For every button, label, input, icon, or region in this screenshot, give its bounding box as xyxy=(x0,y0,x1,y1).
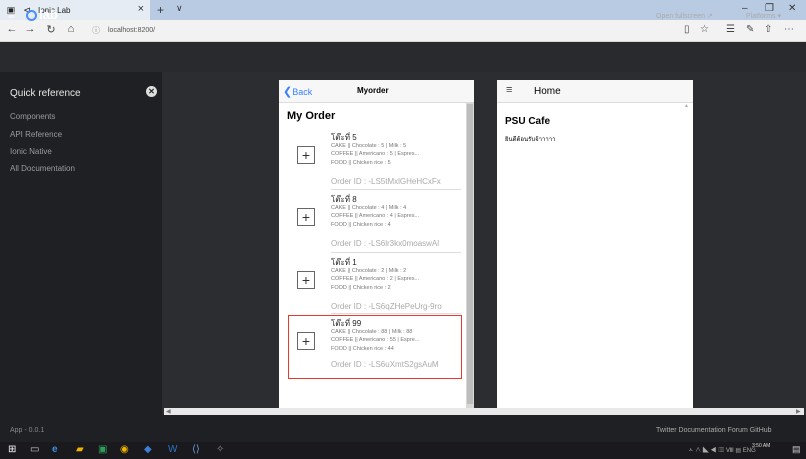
app-version: App - 0.0.1 xyxy=(10,427,45,434)
store-icon[interactable]: ▣ xyxy=(98,444,107,455)
back-label: Back xyxy=(292,87,313,97)
order-id: Order ID : -LS6uXmtS2gsAuM xyxy=(331,360,439,369)
home-toolbar xyxy=(497,80,693,103)
address-bar: ← → ↻ ⌂ ⓘ localhost:8200/ ▯ ☆ ☰ ✎ ⇧ ⋯ xyxy=(0,20,806,42)
sidebar-link-components[interactable]: Components xyxy=(10,112,55,121)
psu-cafe-heading: PSU Cafe xyxy=(505,116,551,127)
order-divider xyxy=(331,189,461,190)
order-cake: CAKE || Chocolate : 2 | Milk : 2 xyxy=(331,268,407,274)
order-divider xyxy=(331,252,461,253)
add-icon[interactable]: + xyxy=(297,208,315,226)
scroll-up-icon[interactable]: ▲ xyxy=(684,103,691,113)
sidebar-link-api-reference[interactable]: API Reference xyxy=(10,130,62,139)
order-divider xyxy=(331,313,461,314)
order-coffee: COFFEE || Americano : 4 | Espres... xyxy=(331,213,420,219)
hamburger-menu-icon[interactable]: ≡ xyxy=(8,8,15,22)
order-id: Order ID : -LS5tMxlGHeHCxFx xyxy=(331,177,441,186)
add-icon[interactable]: + xyxy=(297,146,315,164)
my-order-heading: My Order xyxy=(287,110,336,122)
order-cake: CAKE || Chocolate : 4 | Milk : 4 xyxy=(331,205,407,211)
order-food: FOOD || Chicken rice : 2 xyxy=(331,285,391,291)
tool-icon[interactable]: ✧ xyxy=(216,444,224,455)
welcome-text: ยินดีต้อนรับจ้าาาาา xyxy=(505,137,556,143)
platforms-dropdown[interactable]: Platforms ▾ xyxy=(746,12,781,20)
ionic-lab-logo: lab xyxy=(26,7,58,22)
close-tab-icon[interactable]: × xyxy=(138,3,144,15)
new-tab-button[interactable]: + xyxy=(157,3,164,17)
more-icon[interactable]: ⋯ xyxy=(784,24,794,35)
sidebar-link-ionic-native[interactable]: Ionic Native xyxy=(10,147,52,156)
refresh-icon[interactable]: ↻ xyxy=(43,23,59,36)
sidebar-link-all-documentation[interactable]: All Documentation xyxy=(10,164,75,173)
home-title: Home xyxy=(534,86,561,97)
file-explorer-icon[interactable]: ▰ xyxy=(76,444,84,455)
back-button[interactable]: ❮Back xyxy=(283,85,312,98)
myorder-device-preview: ❮Back Myorder My Order + โต๊ะที่ 5 CAKE … xyxy=(279,80,474,408)
quick-reference-panel xyxy=(0,72,162,415)
scrollbar-thumb[interactable] xyxy=(467,104,473,404)
browser-tab[interactable]: ▣ ⊲ Ionic Lab × xyxy=(0,0,150,20)
home-icon[interactable]: ⌂ xyxy=(63,23,79,35)
quick-reference-title: Quick reference xyxy=(10,88,81,99)
myorder-title: Myorder xyxy=(357,86,389,95)
order-item[interactable]: + โต๊ะที่ 5 CAKE || Chocolate : 5 | Milk… xyxy=(291,130,459,197)
footer-links[interactable]: Twitter Documentation Forum GitHub xyxy=(656,427,772,434)
close-panel-icon[interactable]: ✕ xyxy=(146,86,157,97)
order-food: FOOD || Chicken rice : 44 xyxy=(331,346,394,352)
favorites-list-icon[interactable]: ☰ xyxy=(726,24,735,35)
app-icon[interactable]: ◆ xyxy=(144,444,152,455)
preview-area xyxy=(162,72,806,415)
open-fullscreen-link[interactable]: Open fullscreen ↗ xyxy=(656,12,713,20)
chevron-left-icon: ❮ xyxy=(283,86,293,98)
reading-view-icon[interactable]: ▯ xyxy=(684,24,690,35)
word-icon[interactable]: W xyxy=(168,444,177,455)
notification-icon[interactable]: ▤ xyxy=(792,444,801,455)
order-food: FOOD || Chicken rice : 5 xyxy=(331,160,391,166)
ionic-logo-icon xyxy=(26,10,37,21)
share-icon[interactable]: ⇧ xyxy=(764,24,772,35)
tab-list-button[interactable]: ∨ xyxy=(176,3,183,14)
order-cake: CAKE || Chocolate : 88 | Milk : 88 xyxy=(331,329,413,335)
favorite-star-icon[interactable]: ☆ xyxy=(700,24,709,35)
horizontal-scrollbar[interactable] xyxy=(164,408,804,415)
pen-icon[interactable]: ✎ xyxy=(746,24,754,35)
add-icon[interactable]: + xyxy=(297,332,315,350)
task-view-icon[interactable]: ▭ xyxy=(30,444,39,455)
vscode-icon[interactable]: ⟨⟩ xyxy=(192,444,200,455)
windows-start-icon[interactable]: ⊞ xyxy=(8,444,16,455)
info-icon[interactable]: ⓘ xyxy=(92,25,100,36)
menu-icon[interactable]: ≡ xyxy=(506,84,512,96)
home-device-preview: ≡ Home PSU Cafe ยินดีต้อนรับจ้าาาาา ▲ xyxy=(497,80,693,408)
scroll-right-icon[interactable]: ▶ xyxy=(796,408,801,415)
logo-text: lab xyxy=(39,7,58,22)
url-field[interactable]: localhost:8200/ xyxy=(108,24,155,38)
order-id: Order ID : -LS6lr3kx0moaswAl xyxy=(331,239,440,248)
forward-arrow-icon[interactable]: → xyxy=(22,23,38,35)
order-id: Order ID : -LS6qZHePeUrg-9ro xyxy=(331,302,442,311)
back-arrow-icon[interactable]: ← xyxy=(4,23,20,35)
order-coffee: COFFEE || Americano : 2 | Espres... xyxy=(331,276,420,282)
order-cake: CAKE || Chocolate : 5 | Milk : 5 xyxy=(331,143,407,149)
order-item[interactable]: + โต๊ะที่ 1 CAKE || Chocolate : 2 | Milk… xyxy=(291,255,459,322)
order-item[interactable]: + โต๊ะที่ 8 CAKE || Chocolate : 4 | Milk… xyxy=(291,192,459,259)
chrome-icon[interactable]: ◉ xyxy=(120,444,129,455)
order-coffee: COFFEE || Americano : 55 | Espre... xyxy=(331,337,420,343)
order-item-selected[interactable]: + โต๊ะที่ 99 CAKE || Chocolate : 88 | Mi… xyxy=(288,315,462,379)
lab-header xyxy=(0,42,806,72)
add-icon[interactable]: + xyxy=(297,271,315,289)
edge-browser-icon[interactable]: e xyxy=(52,444,58,455)
close-window-icon[interactable]: ✕ xyxy=(788,3,796,14)
taskbar-clock[interactable]: 3:50 AM xyxy=(752,443,770,450)
order-coffee: COFFEE || Americano : 5 | Espres... xyxy=(331,151,420,157)
system-tray[interactable]: ㅅ ∧ ◣ ◀ ▥ Ⅷ ▤ ENG xyxy=(688,445,756,454)
scroll-left-icon[interactable]: ◀ xyxy=(166,408,171,415)
order-food: FOOD || Chicken rice : 4 xyxy=(331,222,391,228)
